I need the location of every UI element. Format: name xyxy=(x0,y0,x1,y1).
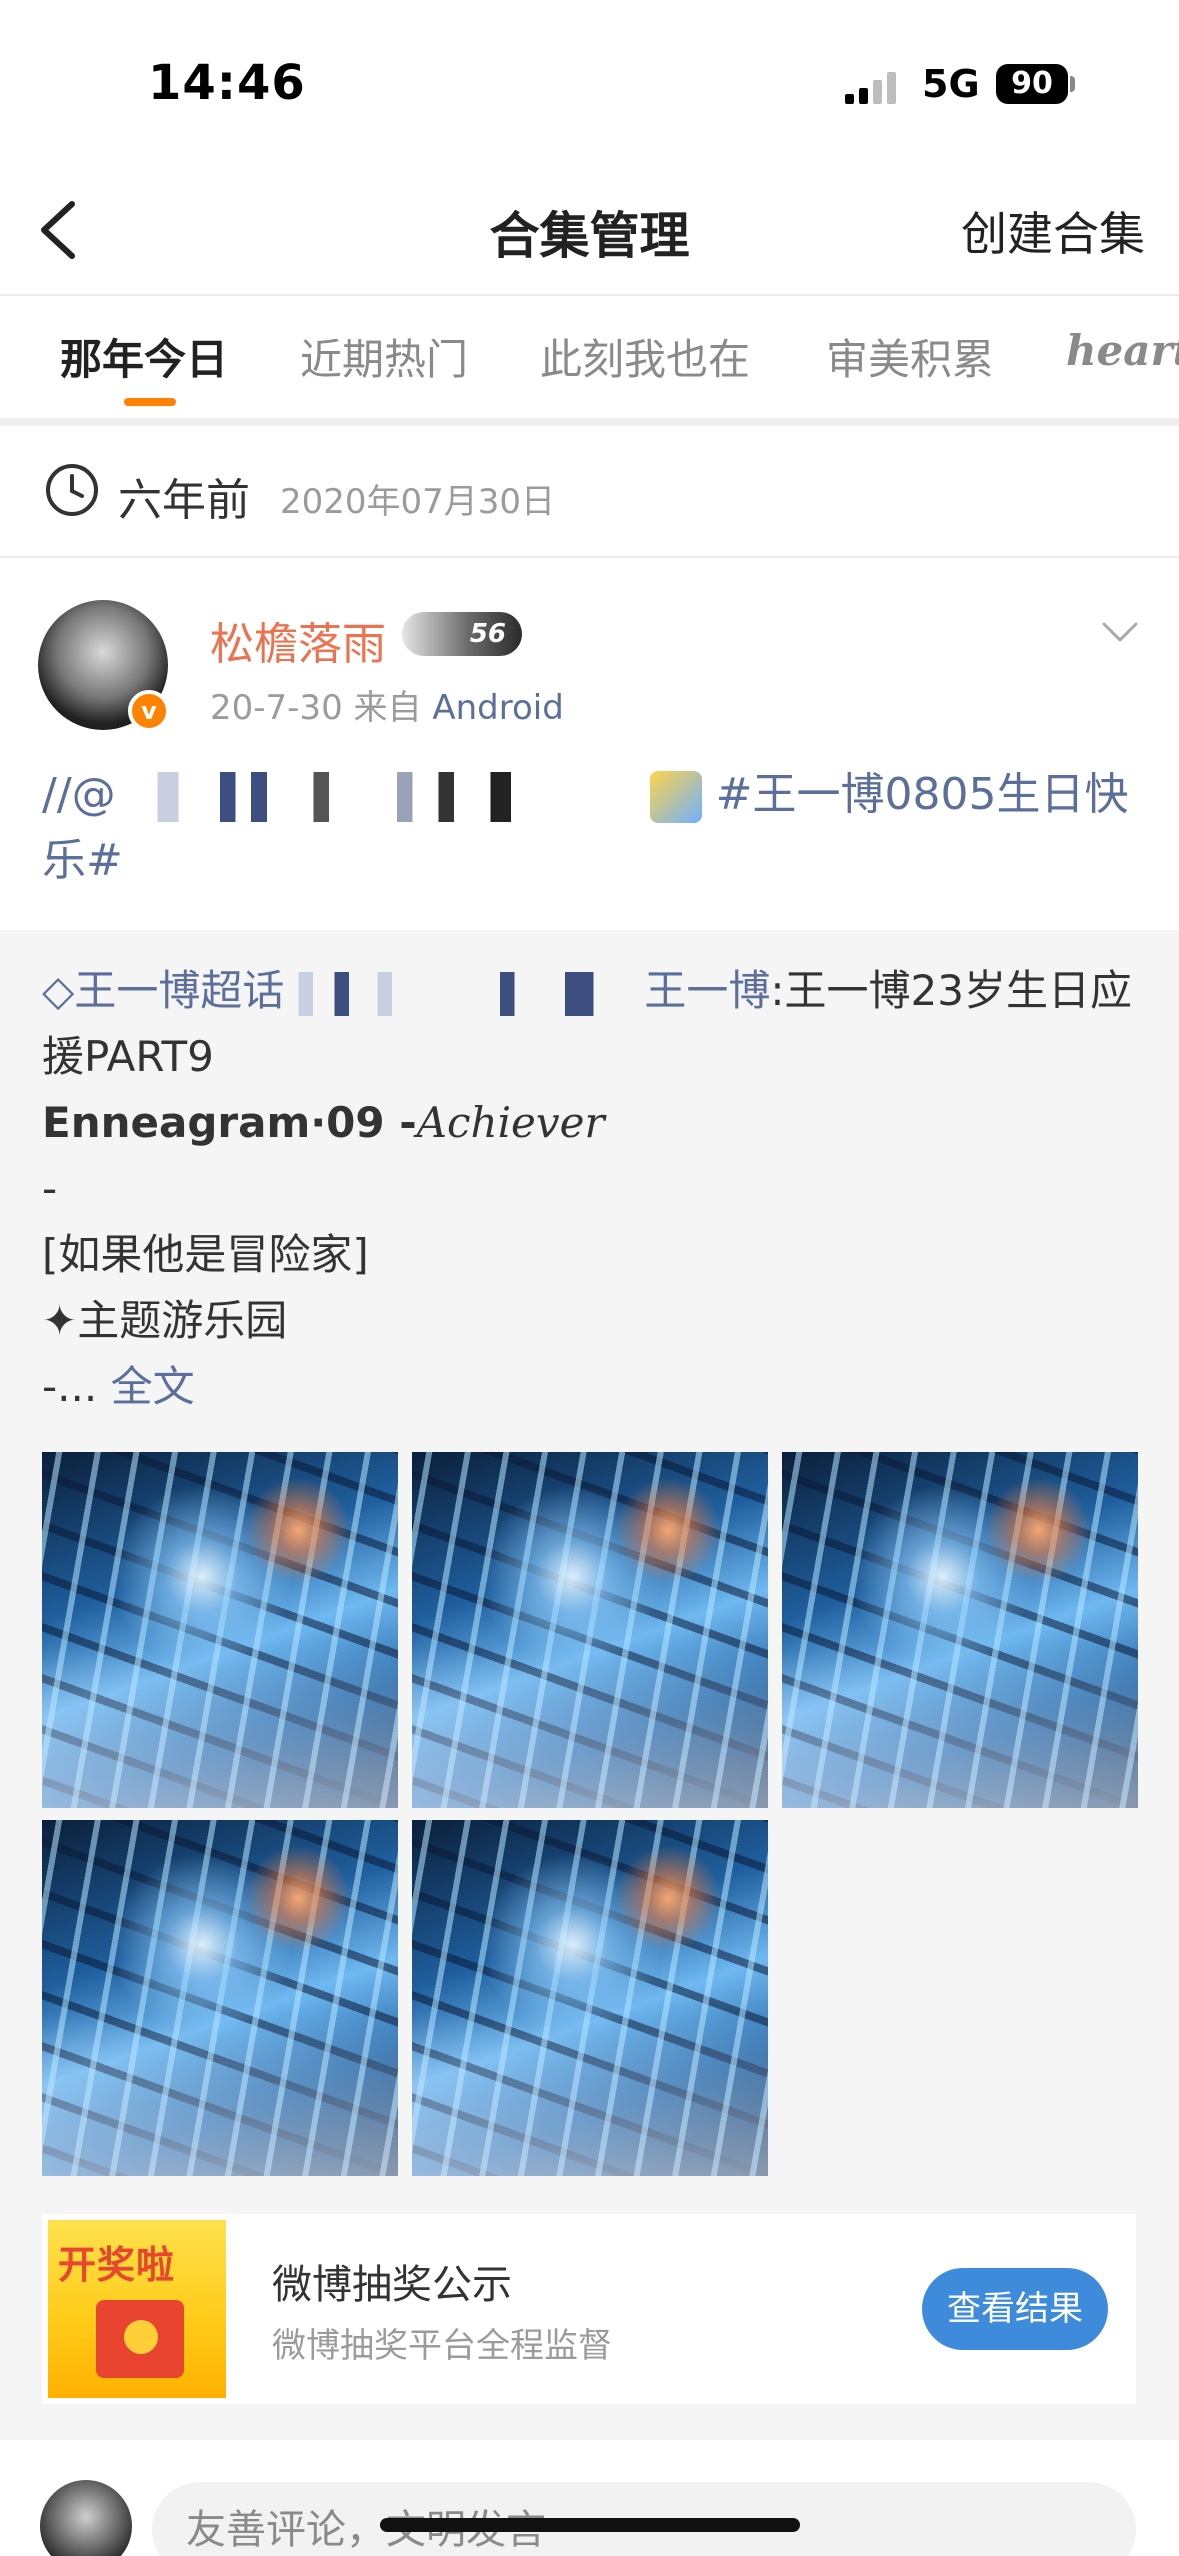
active-tab-indicator xyxy=(124,398,176,406)
network-type: 5G xyxy=(922,62,980,106)
cellular-signal-icon xyxy=(845,72,896,104)
battery-tip xyxy=(1070,76,1075,92)
relative-date: 六年前 xyxy=(118,475,250,526)
lottery-image-text: 开奖啦 xyxy=(58,2243,176,2287)
lottery-card[interactable]: 开奖啦 微博抽奖公示 微博抽奖平台全程监督 查看结果 xyxy=(42,2214,1136,2404)
tab-bar: 那年今日 近期热门 此刻我也在 审美积累 heart xyxy=(0,300,1179,416)
blurred-text xyxy=(284,971,645,1016)
photo-thumbnail[interactable] xyxy=(42,1452,398,1808)
tab-heart[interactable]: heart xyxy=(1066,326,1179,375)
enneagram-line: Enneagram·09 -Achiever xyxy=(42,1090,1152,1156)
adventurer-line: [如果他是冒险家] xyxy=(42,1230,369,1279)
post-from-label: 来自 xyxy=(353,688,422,728)
retweet-author-link[interactable]: 王一博 xyxy=(644,966,770,1015)
more-line: -... 全文 xyxy=(42,1354,1152,1420)
battery-icon: 90 xyxy=(996,64,1068,104)
post-text: //@ #王一博0805生日快乐# xyxy=(42,762,1152,894)
tabs-divider xyxy=(0,418,1179,426)
full-text-link[interactable]: 全文 xyxy=(111,1362,195,1411)
theme-park-line: ✦主题游乐园 xyxy=(42,1296,288,1345)
dash-line: - xyxy=(42,1164,58,1213)
red-envelope-icon xyxy=(96,2300,184,2378)
lottery-title: 微博抽奖公示 xyxy=(272,2262,512,2308)
status-time: 14:46 xyxy=(148,55,306,111)
retweet-text: ◇王一博超话 王一博:王一博23岁生日应援PART9 Enneagram·09 -… xyxy=(42,958,1152,1420)
comment-avatar xyxy=(40,2480,132,2556)
photo-thumbnail[interactable] xyxy=(42,1820,398,2176)
blurred-mention xyxy=(115,772,636,822)
verified-badge-icon: v xyxy=(128,690,170,732)
enneagram-label: Enneagram·09 - xyxy=(42,1098,417,1147)
tab-me-too[interactable]: 此刻我也在 xyxy=(540,326,750,387)
tab-recent-hot[interactable]: 近期热门 xyxy=(300,326,468,387)
mention-prefix[interactable]: //@ xyxy=(42,769,116,820)
view-results-button[interactable]: 查看结果 xyxy=(922,2268,1108,2350)
tab-this-day[interactable]: 那年今日 xyxy=(60,326,228,387)
post-username[interactable]: 松檐落雨 xyxy=(210,608,386,672)
chevron-down-icon[interactable] xyxy=(1100,618,1140,646)
post-date: 20-7-30 xyxy=(210,688,343,728)
home-indicator xyxy=(380,2518,800,2532)
status-bar: 14:46 5G 90 xyxy=(0,0,1179,150)
back-arrow-icon[interactable] xyxy=(32,198,92,262)
date-header: 六年前 2020年07月30日 xyxy=(0,426,1179,556)
user-level-badge: 56 xyxy=(402,612,522,656)
nav-bar: 合集管理 创建合集 xyxy=(0,170,1179,290)
photo-thumbnail[interactable] xyxy=(782,1452,1138,1808)
photo-thumbnail[interactable] xyxy=(412,1820,768,2176)
create-collection-button[interactable]: 创建合集 xyxy=(961,198,1145,264)
super-topic-link[interactable]: 王一博超话 xyxy=(74,966,284,1015)
nav-divider xyxy=(0,294,1179,296)
tab-aesthetic[interactable]: 审美积累 xyxy=(826,326,994,387)
date-divider xyxy=(0,556,1179,558)
lottery-image: 开奖啦 xyxy=(48,2220,226,2398)
clock-icon xyxy=(46,464,98,516)
super-topic-diamond-icon: ◇ xyxy=(42,966,75,1015)
absolute-date: 2020年07月30日 xyxy=(280,482,556,522)
post-meta: 20-7-30 来自 Android xyxy=(210,680,564,729)
emoji-icon xyxy=(649,771,702,823)
photo-thumbnail[interactable] xyxy=(412,1452,768,1808)
ellipsis: -... xyxy=(42,1362,98,1411)
enneagram-type: Achiever xyxy=(416,1098,605,1147)
lottery-subtitle: 微博抽奖平台全程监督 xyxy=(272,2326,612,2366)
post-source: Android xyxy=(432,688,564,728)
